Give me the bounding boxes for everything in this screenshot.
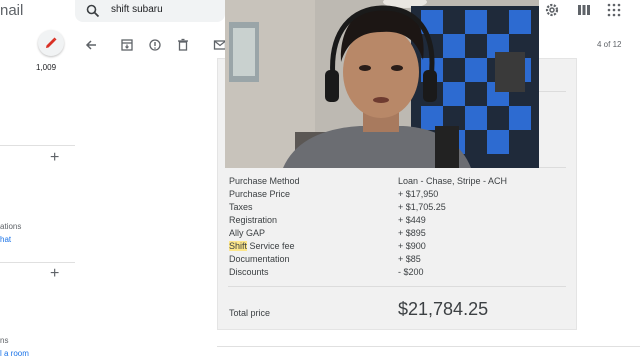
row-value: + $900 [398, 241, 426, 251]
sidebar-link-partial[interactable]: hat [0, 235, 11, 244]
sidebar-label-partial[interactable]: ns [0, 336, 8, 345]
row-value: Loan - Chase, Stripe - ACH [398, 176, 508, 186]
search-bar[interactable]: shift subaru [75, 0, 225, 22]
total-label: Total price [229, 308, 271, 318]
search-icon[interactable] [86, 4, 100, 18]
apps-icon[interactable] [576, 2, 592, 18]
row-value: + $1,705.25 [398, 202, 446, 212]
row-value: + $17,950 [398, 189, 439, 199]
row-value: + $85 [398, 254, 421, 264]
row-label-rest: Service fee [247, 241, 295, 251]
presenter-video [225, 0, 539, 168]
row-label: Ally GAP [229, 228, 266, 238]
bottom-divider [217, 346, 640, 347]
sidebar-label-partial[interactable]: ations [0, 222, 21, 231]
pencil-icon [46, 37, 57, 48]
card-divider [228, 286, 566, 287]
total-value: $21,784.25 [398, 299, 489, 319]
row-value: + $449 [398, 215, 426, 225]
delete-icon[interactable] [176, 38, 190, 52]
row-value: + $895 [398, 228, 426, 238]
app-title: nail [0, 2, 24, 19]
archive-icon[interactable] [120, 38, 134, 52]
sidebar: nail 1,009 + ations hat + ns l a room [0, 0, 75, 360]
back-arrow-icon[interactable] [84, 38, 98, 52]
sidebar-link-partial[interactable]: l a room [0, 349, 29, 358]
grid-icon[interactable] [606, 2, 622, 18]
search-highlight: Shift [229, 241, 248, 251]
add-label-icon[interactable]: + [50, 150, 59, 166]
row-label: Registration [229, 215, 278, 225]
row-label: Purchase Price [229, 189, 291, 199]
row-label: Shift Service fee [229, 241, 295, 251]
row-label: Discounts [229, 267, 269, 277]
sidebar-divider [0, 262, 75, 263]
row-label: Purchase Method [229, 176, 300, 186]
search-input[interactable]: shift subaru [111, 4, 163, 15]
row-label: Taxes [229, 202, 253, 212]
row-value: - $200 [398, 267, 424, 277]
webcam-overlay [225, 0, 539, 168]
add-room-icon[interactable]: + [50, 266, 59, 282]
pagination-text: 4 of 12 [597, 40, 622, 49]
settings-icon[interactable] [544, 2, 560, 18]
inbox-count: 1,009 [36, 63, 57, 72]
sidebar-divider [0, 145, 75, 146]
compose-button[interactable] [38, 30, 64, 56]
report-spam-icon[interactable] [148, 38, 162, 52]
row-label: Documentation [229, 254, 290, 264]
